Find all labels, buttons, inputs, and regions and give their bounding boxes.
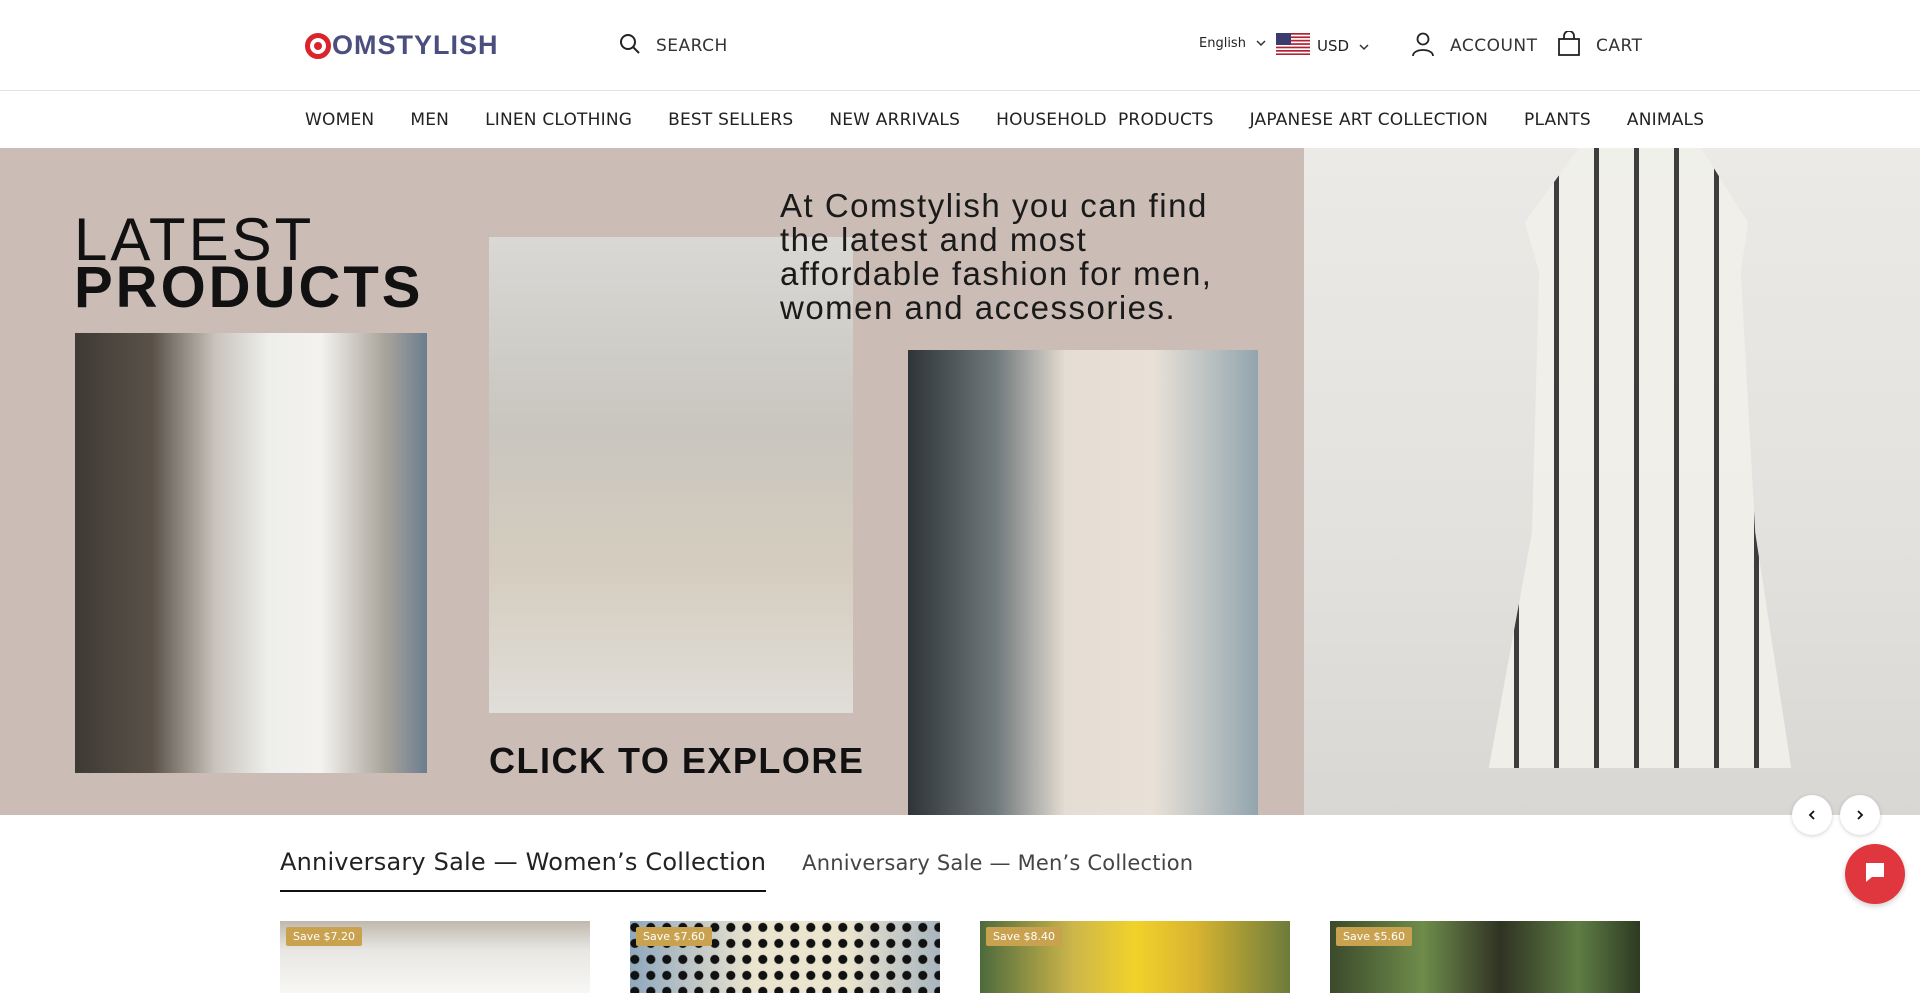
save-badge: Save $8.40 (986, 927, 1062, 946)
site-header: OMSTYLISH SEARCH English USD ACCOUNT CAR… (0, 0, 1920, 91)
logo-mark-icon (305, 32, 331, 59)
currency-selector[interactable]: USD (1276, 33, 1369, 59)
save-badge: Save $5.60 (1336, 927, 1412, 946)
account-link[interactable]: ACCOUNT (1410, 31, 1538, 61)
product-card[interactable]: Save $7.20 (280, 921, 590, 993)
product-card[interactable]: Save $8.40 (980, 921, 1290, 993)
carousel-prev-button[interactable] (1792, 795, 1832, 835)
hero-collage: LATEST PRODUCTS At Comstylish you can fi… (0, 148, 1304, 815)
chevron-down-icon (1256, 36, 1266, 51)
hero-banner[interactable]: LATEST PRODUCTS At Comstylish you can fi… (0, 148, 1920, 815)
site-logo[interactable]: OMSTYLISH (305, 30, 499, 61)
tab-womens-collection[interactable]: Anniversary Sale — Women’s Collection (280, 848, 767, 892)
collection-tabs: Anniversary Sale — Women’s Collection An… (280, 848, 1229, 892)
language-value: English (1199, 36, 1246, 51)
search-label: SEARCH (656, 36, 728, 56)
hero-image-linen-pants (908, 350, 1258, 815)
main-nav: WOMEN MEN LINEN CLOTHING BEST SELLERS NE… (0, 92, 1920, 148)
user-icon (1410, 31, 1436, 61)
nav-item-new-arrivals[interactable]: NEW ARRIVALS (829, 110, 960, 130)
nav-item-animals[interactable]: ANIMALS (1627, 110, 1704, 130)
nav-item-plants[interactable]: PLANTS (1524, 110, 1591, 130)
save-badge: Save $7.20 (286, 927, 362, 946)
nav-item-women[interactable]: WOMEN (305, 110, 374, 130)
chevron-right-icon (1854, 806, 1866, 825)
search-trigger[interactable]: SEARCH (618, 32, 728, 60)
search-icon (618, 32, 642, 60)
hero-image-blouse (75, 333, 427, 773)
nav-item-household-products[interactable]: HOUSEHOLD PRODUCTS (996, 110, 1214, 130)
chevron-left-icon (1806, 806, 1818, 825)
cart-link[interactable]: CART (1556, 30, 1643, 61)
carousel-next-button[interactable] (1840, 795, 1880, 835)
nav-item-linen-clothing[interactable]: LINEN CLOTHING (485, 110, 632, 130)
logo-text: OMSTYLISH (332, 30, 499, 60)
save-badge: Save $7.60 (636, 927, 712, 946)
cart-label: CART (1596, 36, 1643, 56)
chat-icon (1862, 859, 1888, 889)
chevron-down-icon (1359, 37, 1369, 55)
product-card[interactable]: Save $5.60 (1330, 921, 1640, 993)
nav-item-japanese-art-collection[interactable]: JAPANESE ART COLLECTION (1250, 110, 1488, 130)
shopping-bag-icon (1556, 30, 1582, 61)
chat-button[interactable] (1845, 844, 1905, 904)
hero-cta[interactable]: CLICK TO EXPLORE (489, 740, 864, 782)
language-selector[interactable]: English (1199, 36, 1266, 51)
account-label: ACCOUNT (1450, 36, 1538, 56)
nav-item-men[interactable]: MEN (410, 110, 449, 130)
hero-tagline: At Comstylish you can find the latest an… (780, 187, 1213, 326)
currency-value: USD (1317, 37, 1350, 55)
us-flag-icon (1276, 33, 1317, 59)
product-card[interactable]: Save $7.60 (630, 921, 940, 993)
hero-title-line2: PRODUCTS (74, 255, 424, 320)
tab-mens-collection[interactable]: Anniversary Sale — Men’s Collection (802, 848, 1193, 889)
nav-item-best-sellers[interactable]: BEST SELLERS (668, 110, 793, 130)
